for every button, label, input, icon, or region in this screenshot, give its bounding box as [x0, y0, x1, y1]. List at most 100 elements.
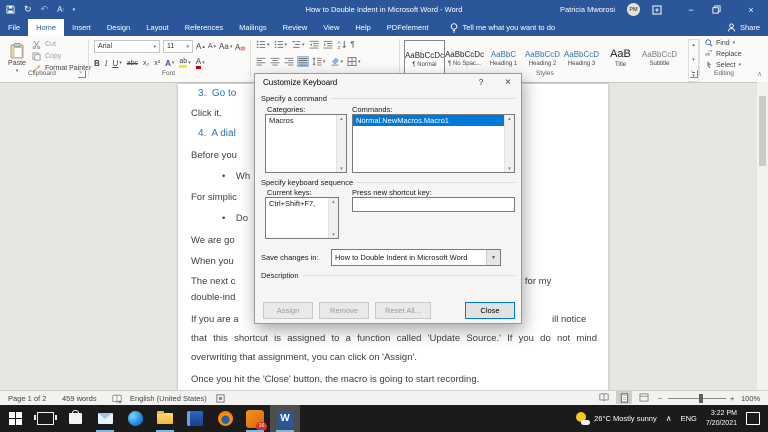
tell-me-box[interactable]: Tell me what you want to do	[450, 19, 555, 36]
current-keys-scrollbar[interactable]: ▲ ▼	[328, 198, 338, 238]
text-effects-button[interactable]: A ▾	[165, 59, 174, 68]
task-view-button[interactable]	[30, 405, 60, 432]
reset-all-button[interactable]: Reset All...	[375, 302, 431, 319]
command-item-selected[interactable]: Normal.NewMacros.Macro1	[353, 115, 514, 126]
tab-insert[interactable]: Insert	[64, 19, 99, 36]
style-heading-1[interactable]: AaBbC Heading 1	[484, 40, 523, 76]
user-name[interactable]: Patricia Mworosi	[560, 5, 615, 14]
assign-button[interactable]: Assign	[263, 302, 313, 319]
multilevel-list-button[interactable]: ▾	[291, 40, 305, 49]
commands-scrollbar[interactable]: ▲ ▼	[504, 115, 514, 172]
style-title[interactable]: AaB Title	[601, 40, 640, 76]
tab-file[interactable]: File	[0, 19, 28, 36]
align-left-button[interactable]	[256, 57, 266, 66]
borders-button[interactable]: ▾	[347, 57, 361, 66]
file-explorer-button[interactable]	[150, 405, 180, 432]
print-layout-icon[interactable]	[616, 391, 632, 404]
change-case-button[interactable]: Aa ▾	[219, 42, 232, 51]
blue-app-button[interactable]	[180, 405, 210, 432]
tab-layout[interactable]: Layout	[138, 19, 177, 36]
tab-review[interactable]: Review	[275, 19, 316, 36]
superscript-button[interactable]: x²	[154, 60, 160, 67]
bold-button[interactable]: B	[94, 59, 100, 68]
align-right-button[interactable]	[284, 57, 294, 66]
justify-button[interactable]	[297, 56, 309, 67]
align-center-button[interactable]	[270, 57, 280, 66]
zoom-in-button[interactable]: +	[730, 391, 734, 406]
minimize-button[interactable]: −	[682, 5, 700, 15]
gallery-up-icon[interactable]: ▴	[692, 42, 695, 48]
sort-button[interactable]: AZ	[337, 40, 347, 49]
zoom-level[interactable]: 100%	[741, 391, 760, 406]
bullets-button[interactable]: ▾	[256, 40, 270, 49]
remove-button[interactable]: Remove	[319, 302, 369, 319]
subscript-button[interactable]: x₂	[143, 60, 149, 67]
action-center-icon[interactable]	[746, 412, 760, 425]
tab-view[interactable]: View	[315, 19, 347, 36]
categories-scrollbar[interactable]: ▲ ▼	[336, 115, 346, 172]
avatar[interactable]: PM	[627, 3, 640, 16]
ribbon-display-options-icon[interactable]	[652, 5, 670, 15]
clock[interactable]: 3:22 PM 7/20/2021	[706, 409, 737, 428]
shrink-font-button[interactable]: A ▾	[208, 43, 216, 50]
tab-help[interactable]: Help	[347, 19, 378, 36]
current-keys-listbox[interactable]: Ctrl+Shift+F7, ▲ ▼	[265, 197, 339, 239]
clipboard-dialog-launcher-icon[interactable]: ↘	[78, 70, 86, 78]
tab-design[interactable]: Design	[99, 19, 138, 36]
strikethrough-button[interactable]: abc	[127, 60, 138, 67]
weather-widget[interactable]: 26°C Mostly sunny	[576, 412, 657, 425]
page-indicator[interactable]: Page 1 of 2	[8, 391, 46, 406]
tab-home[interactable]: Home	[28, 19, 65, 36]
new-shortcut-key-input[interactable]	[352, 197, 515, 212]
pdf-app-button[interactable]: 16	[240, 405, 270, 432]
zoom-slider-handle[interactable]	[699, 394, 703, 403]
mail-button[interactable]	[90, 405, 120, 432]
close-button[interactable]: ×	[742, 5, 760, 15]
styles-dialog-launcher-icon[interactable]: ↘	[690, 70, 698, 78]
dialog-close-icon[interactable]: ×	[495, 74, 521, 91]
zoom-out-button[interactable]: −	[658, 391, 662, 406]
dialog-help-button[interactable]: ?	[469, 74, 493, 91]
replace-button[interactable]: ab Replace	[705, 50, 742, 58]
category-item[interactable]: Macros	[266, 115, 346, 126]
tab-pdfelement[interactable]: PDFelement	[379, 19, 437, 36]
grow-font-button[interactable]: A ▴	[196, 42, 205, 51]
web-layout-icon[interactable]	[636, 391, 652, 404]
cut-button[interactable]: Cut	[32, 40, 91, 49]
style-subtitle[interactable]: AaBbCcD Subtitle	[640, 40, 679, 76]
restore-button[interactable]	[712, 5, 730, 14]
word-count[interactable]: 459 words	[62, 391, 97, 406]
proofing-icon[interactable]	[112, 391, 122, 406]
paste-button[interactable]: Paste ▾	[4, 38, 30, 78]
increase-indent-button[interactable]	[323, 40, 333, 49]
clear-formatting-icon[interactable]: A	[235, 42, 246, 52]
close-button-dialog[interactable]: Close	[465, 302, 515, 319]
line-spacing-button[interactable]: ▾	[312, 57, 326, 66]
categories-listbox[interactable]: Macros ▲ ▼	[265, 114, 347, 173]
font-color-button[interactable]: A ▾	[195, 57, 205, 69]
shading-button[interactable]: ▾	[330, 57, 343, 66]
decrease-indent-button[interactable]	[309, 40, 319, 49]
tab-references[interactable]: References	[177, 19, 231, 36]
style-heading-3[interactable]: AaBbCcD Heading 3	[562, 40, 601, 76]
font-family-combo[interactable]: Arial ▾	[94, 40, 160, 53]
word-taskbar-button[interactable]: W	[270, 405, 300, 432]
input-language-indicator[interactable]: ENG	[681, 414, 697, 423]
share-button[interactable]: Share	[727, 19, 760, 36]
language-indicator[interactable]: English (United States)	[130, 391, 207, 406]
collapse-ribbon-icon[interactable]: ∧	[757, 70, 762, 78]
scrollbar-thumb[interactable]	[759, 96, 766, 166]
macro-recording-icon[interactable]	[216, 391, 225, 406]
select-button[interactable]: Select ▾	[705, 61, 742, 69]
find-button[interactable]: Find ▾	[705, 39, 742, 47]
font-size-combo[interactable]: 11 ▾	[163, 40, 193, 53]
underline-button[interactable]: U ▾	[112, 59, 121, 68]
italic-button[interactable]: I	[105, 59, 108, 68]
show-hide-pilcrow-button[interactable]: ¶	[351, 40, 355, 49]
style-no-spacing[interactable]: AaBbCcDc ¶ No Spac...	[445, 40, 484, 76]
browser-button[interactable]	[210, 405, 240, 432]
show-hidden-icons-chevron[interactable]: ∧	[666, 414, 672, 423]
numbering-button[interactable]: ▾	[274, 40, 287, 49]
commands-listbox[interactable]: Normal.NewMacros.Macro1 ▲ ▼	[352, 114, 515, 173]
copy-button[interactable]: Copy	[32, 52, 91, 61]
